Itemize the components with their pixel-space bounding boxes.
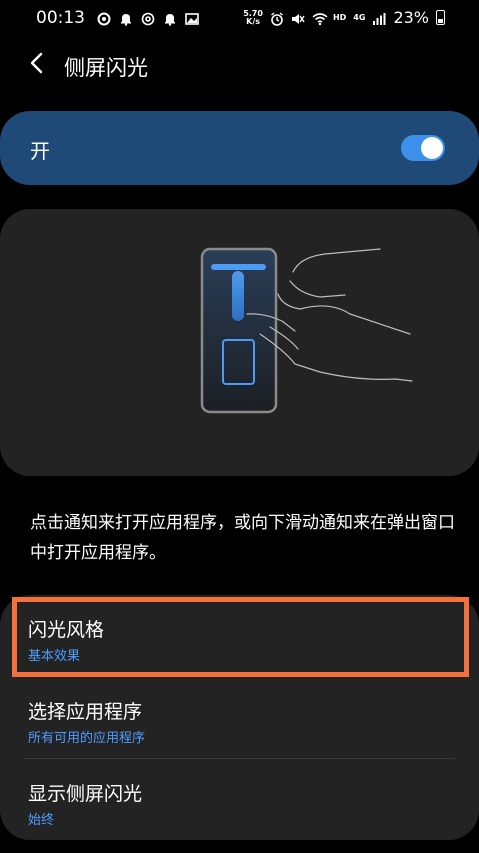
- notification-bell-icon-2: [163, 11, 177, 26]
- battery-icon: [436, 10, 445, 25]
- setting-subtitle: 所有可用的应用程序: [28, 731, 146, 746]
- setting-title: 选择应用程序: [28, 701, 143, 723]
- image-icon: [185, 11, 199, 25]
- sync-icon: [97, 11, 111, 26]
- master-toggle-card[interactable]: 开: [0, 111, 479, 185]
- signal-icon: [372, 11, 386, 25]
- switch-knob: [421, 137, 443, 159]
- status-right: 5.70 K/s HD 4G 23%: [243, 8, 445, 27]
- setting-subtitle: 始终: [28, 813, 55, 828]
- highlight-annotation: [12, 597, 469, 677]
- status-left: 00:13: [36, 8, 199, 28]
- network-generation: 4G: [353, 13, 366, 22]
- setting-show-edge-lighting[interactable]: 显示侧屏闪光 始终: [0, 759, 479, 839]
- status-time: 00:13: [36, 8, 85, 28]
- alarm-icon: [270, 11, 284, 26]
- phone-gesture-illustration: [200, 247, 413, 414]
- at-sign-icon: [141, 11, 155, 26]
- page-title: 侧屏闪光: [64, 56, 148, 80]
- notification-bell-icon: [119, 11, 133, 26]
- back-button[interactable]: [22, 50, 52, 80]
- network-speed: 5.70 K/s: [243, 9, 263, 26]
- chevron-left-icon: [29, 52, 45, 78]
- master-toggle-switch[interactable]: [401, 135, 445, 161]
- setting-select-apps[interactable]: 选择应用程序 所有可用的应用程序: [0, 677, 479, 757]
- app-header: 侧屏闪光: [0, 40, 479, 90]
- network-speed-unit: K/s: [246, 16, 261, 26]
- feature-description: 点击通知来打开应用程序，或向下滑动通知来在弹出窗口中打开应用程序。: [30, 513, 455, 563]
- network-type-label: HD: [332, 13, 347, 22]
- mute-icon: [291, 11, 305, 25]
- edge-lighting-illustration: [0, 209, 479, 476]
- setting-title: 显示侧屏闪光: [28, 783, 143, 805]
- wifi-icon: [312, 11, 328, 25]
- battery-percent: 23%: [393, 8, 429, 27]
- master-toggle-label: 开: [30, 139, 50, 163]
- status-bar: 00:13 5.70 K/s HD 4G 23%: [0, 0, 479, 36]
